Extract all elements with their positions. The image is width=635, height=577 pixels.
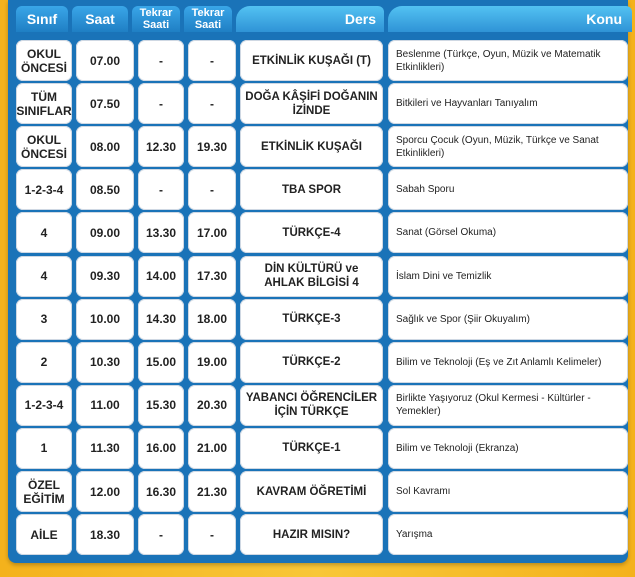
time-cell: 07.50 — [76, 83, 134, 125]
time-cell: 09.00 — [76, 212, 134, 254]
class-cell: OKUL ÖNCESİ — [16, 40, 72, 81]
table-row: 1-2-3-4 11.00 15.30 20.30 YABANCI ÖĞRENCİLER… — [8, 384, 628, 426]
repeat-time-2-cell: - — [188, 514, 236, 556]
table-row: OKUL ÖNCESİ 07.00- - ETKİNLİK KUŞAĞI (T) Bes… — [8, 40, 628, 81]
repeat-time-2-cell: 21.30 — [188, 471, 236, 512]
header-repeat-time-1: Tekrar Saati — [132, 6, 180, 32]
table-row: AİLE 18.30- - HAZIR MISIN? Yarışma — [8, 514, 628, 556]
class-cell: 1-2-3-4 — [16, 384, 72, 426]
lesson-cell: KAVRAM ÖĞRETİMİ — [240, 471, 383, 512]
repeat-time-1-cell: - — [138, 169, 184, 211]
topic-cell: Sol Kavramı — [388, 471, 628, 512]
class-cell: 4 — [16, 255, 72, 297]
class-cell: 2 — [16, 341, 72, 383]
class-cell: TÜM SINIFLAR — [16, 83, 72, 125]
topic-cell: Bilim ve Teknoloji (Ekranza) — [388, 427, 628, 469]
header-time: Saat — [72, 6, 128, 32]
topic-cell: Sabah Sporu — [388, 169, 628, 211]
repeat-time-1-cell: 15.30 — [138, 384, 184, 426]
repeat-time-1-cell: 14.30 — [138, 298, 184, 340]
lesson-cell: ETKİNLİK KUŞAĞI (T) — [240, 40, 383, 81]
header-repeat-time-2: Tekrar Saati — [184, 6, 232, 32]
topic-cell: Bilim ve Teknoloji (Eş ve Zıt Anlamlı Ke… — [388, 341, 628, 383]
lesson-cell: HAZIR MISIN? — [240, 514, 383, 556]
repeat-time-2-cell: 17.00 — [188, 212, 236, 254]
lesson-cell: DOĞA KÂŞİFİ DOĞANIN İZİNDE — [240, 83, 383, 125]
repeat-time-2-cell: 20.30 — [188, 384, 236, 426]
table-row: 3 10.00 14.30 18.00 TÜRKÇE-3 Sağlık ve Spor (… — [8, 298, 628, 340]
class-cell: AİLE — [16, 514, 72, 556]
header-topic: Konu — [388, 6, 632, 32]
time-cell: 08.00 — [76, 126, 134, 168]
time-cell: 10.30 — [76, 341, 134, 383]
class-cell: 1-2-3-4 — [16, 169, 72, 211]
lesson-cell: TÜRKÇE-3 — [240, 298, 383, 340]
repeat-time-2-cell: 21.00 — [188, 427, 236, 469]
repeat-time-2-cell: 18.00 — [188, 298, 236, 340]
lesson-cell: TÜRKÇE-4 — [240, 212, 383, 254]
repeat-time-1-cell: - — [138, 40, 184, 81]
repeat-time-1-cell: 16.00 — [138, 427, 184, 469]
topic-cell: İslam Dini ve Temizlik — [388, 255, 628, 297]
topic-cell: Sağlık ve Spor (Şiir Okuyalım) — [388, 298, 628, 340]
class-cell: 3 — [16, 298, 72, 340]
table-row: TÜM SINIFLAR 07.50- - DOĞA KÂŞİFİ DOĞANIN İ… — [8, 83, 628, 125]
table-row: OKUL ÖNCESİ 08.00 12.30 19.30 ETKİNLİK KUŞAĞ… — [8, 126, 628, 168]
repeat-time-2-cell: - — [188, 83, 236, 125]
header-lesson: Ders — [236, 6, 384, 32]
repeat-time-1-cell: 16.30 — [138, 471, 184, 512]
class-cell: OKUL ÖNCESİ — [16, 126, 72, 168]
repeat-time-1-cell: 15.00 — [138, 341, 184, 383]
topic-cell: Yarışma — [388, 514, 628, 556]
time-cell: 11.30 — [76, 427, 134, 469]
repeat-time-2-cell: - — [188, 169, 236, 211]
lesson-cell: TÜRKÇE-1 — [240, 427, 383, 469]
lesson-cell: ETKİNLİK KUŞAĞI — [240, 126, 383, 168]
class-cell: 4 — [16, 212, 72, 254]
repeat-time-1-cell: 13.30 — [138, 212, 184, 254]
lesson-cell: TBA SPOR — [240, 169, 383, 211]
repeat-time-2-cell: 17.30 — [188, 255, 236, 297]
schedule-panel: Sınıf Saat Tekrar Saati Tekrar Saati Der… — [8, 0, 632, 563]
table-row: 1 11.30 16.00 21.00 TÜRKÇE-1 Bilim ve Teknolo… — [8, 427, 628, 469]
table-row: 4 09.30 14.00 17.30 DİN KÜLTÜRÜ ve AHLAK BİL… — [8, 255, 628, 297]
table-row: 4 09.00 13.30 17.00 TÜRKÇE-4 Sanat (Görsel Ok… — [8, 212, 628, 254]
lesson-cell: DİN KÜLTÜRÜ ve AHLAK BİLGİSİ 4 — [240, 255, 383, 297]
table-row: 1-2-3-4 08.50- - TBA SPOR Sabah Sporu — [8, 169, 628, 211]
time-cell: 07.00 — [76, 40, 134, 81]
repeat-time-2-cell: - — [188, 40, 236, 81]
repeat-time-1-cell: 12.30 — [138, 126, 184, 168]
repeat-time-1-cell: - — [138, 514, 184, 556]
topic-cell: Sanat (Görsel Okuma) — [388, 212, 628, 254]
time-cell: 11.00 — [76, 384, 134, 426]
header-class: Sınıf — [16, 6, 68, 32]
time-cell: 18.30 — [76, 514, 134, 556]
class-cell: ÖZEL EĞİTİM — [16, 471, 72, 512]
lesson-cell: TÜRKÇE-2 — [240, 341, 383, 383]
repeat-time-1-cell: - — [138, 83, 184, 125]
table-row: 2 10.30 15.00 19.00 TÜRKÇE-2 Bilim ve Teknolo… — [8, 341, 628, 383]
topic-cell: Birlikte Yaşıyoruz (Okul Kermesi - Kültü… — [388, 384, 628, 426]
class-cell: 1 — [16, 427, 72, 469]
lesson-cell: YABANCI ÖĞRENCİLER İÇİN TÜRKÇE — [240, 384, 383, 426]
table-row: ÖZEL EĞİTİM 12.00 16.30 21.30 KAVRAM ÖĞRETİM… — [8, 471, 628, 512]
repeat-time-2-cell: 19.30 — [188, 126, 236, 168]
topic-cell: Beslenme (Türkçe, Oyun, Müzik ve Matemat… — [388, 40, 628, 81]
time-cell: 10.00 — [76, 298, 134, 340]
time-cell: 09.30 — [76, 255, 134, 297]
repeat-time-2-cell: 19.00 — [188, 341, 236, 383]
time-cell: 08.50 — [76, 169, 134, 211]
time-cell: 12.00 — [76, 471, 134, 512]
repeat-time-1-cell: 14.00 — [138, 255, 184, 297]
topic-cell: Bitkileri ve Hayvanları Tanıyalım — [388, 83, 628, 125]
topic-cell: Sporcu Çocuk (Oyun, Müzik, Türkçe ve San… — [388, 126, 628, 168]
